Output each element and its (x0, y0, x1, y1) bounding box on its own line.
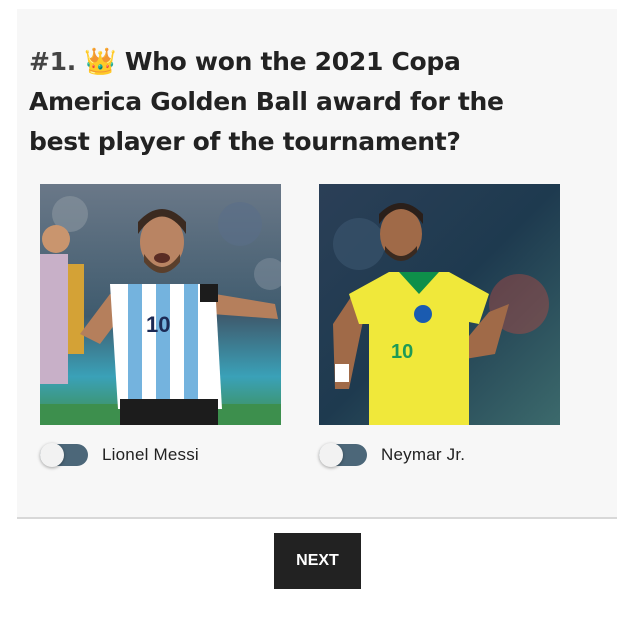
svg-text:10: 10 (146, 312, 170, 337)
question-title: #1. 👑 Who won the 2021 Copa America Gold… (29, 42, 549, 162)
divider (17, 517, 617, 519)
option-label[interactable]: Neymar Jr. (381, 445, 465, 465)
neymar-photo: 10 (319, 184, 560, 425)
option-label[interactable]: Lionel Messi (102, 445, 199, 465)
option-toggle[interactable] (40, 443, 88, 467)
crown-icon: 👑 (84, 47, 117, 77)
toggle-knob (40, 443, 64, 467)
option-neymar[interactable]: 10 Neymar Jr. (319, 184, 560, 467)
option-toggle[interactable] (319, 443, 367, 467)
option-messi-choice[interactable]: Lionel Messi (40, 442, 199, 468)
messi-photo: 10 (40, 184, 281, 425)
toggle-knob (319, 443, 343, 467)
option-messi[interactable]: 10 Lionel Messi (40, 184, 281, 467)
option-neymar-choice[interactable]: Neymar Jr. (319, 442, 465, 468)
question-number: #1. (29, 47, 76, 76)
next-button[interactable]: NEXT (274, 533, 361, 589)
svg-text:10: 10 (391, 341, 413, 363)
